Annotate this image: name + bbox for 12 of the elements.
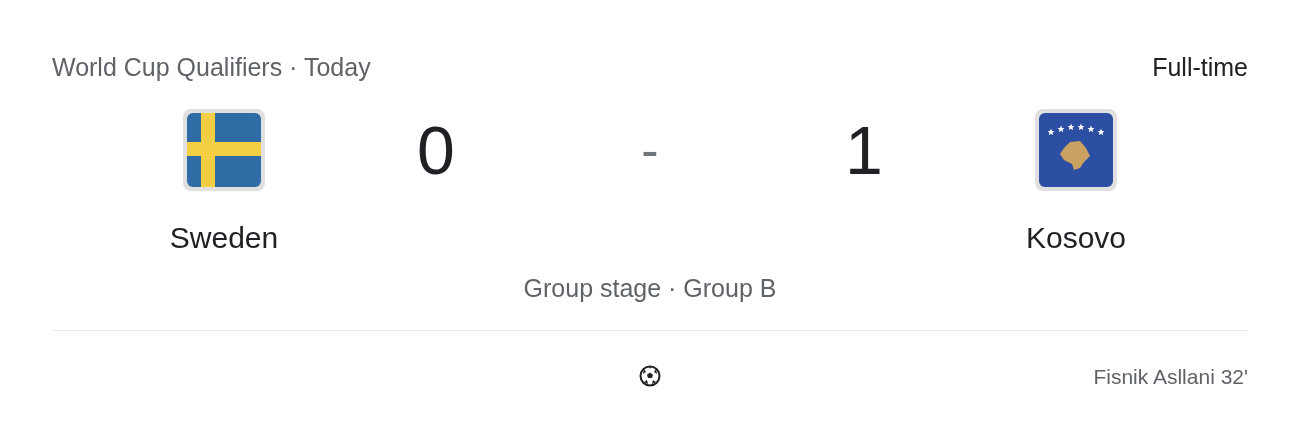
team-name: Sweden xyxy=(169,220,279,256)
team-name: Kosovo xyxy=(1025,220,1127,256)
stage-label: Group stage · Group B xyxy=(523,273,777,304)
flag-icon xyxy=(1034,108,1118,192)
score-separator: - xyxy=(641,124,659,176)
score: 1 xyxy=(845,116,883,184)
soccer-ball-icon xyxy=(639,365,661,388)
flag-icon xyxy=(182,108,266,192)
score: 0 xyxy=(417,116,455,184)
competition-label: World Cup Qualifiers · Today xyxy=(52,52,371,84)
goal-scorer: Fisnik Asllani 32' xyxy=(1093,363,1248,390)
match-status: Full-time xyxy=(1152,52,1248,84)
